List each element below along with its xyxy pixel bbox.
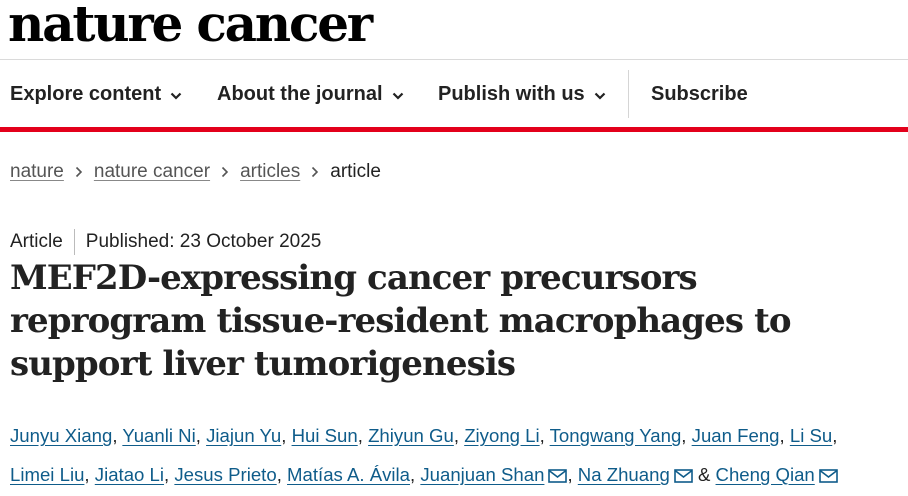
- author-link[interactable]: Li Su: [790, 425, 832, 446]
- nav-about-journal[interactable]: About the journal: [217, 70, 404, 118]
- author-conjunction: &: [697, 464, 711, 485]
- header-divider: [0, 59, 908, 60]
- article-title: MEF2D-expressing cancer precursors repro…: [10, 258, 792, 384]
- subscribe-link[interactable]: Subscribe: [651, 70, 748, 118]
- breadcrumb: nature nature cancer articles article: [10, 158, 381, 186]
- author-link[interactable]: Juanjuan Shan: [420, 464, 544, 485]
- breadcrumb-nature-cancer[interactable]: nature cancer: [94, 161, 210, 183]
- author-link[interactable]: Yuanli Ni: [122, 425, 195, 446]
- author-link[interactable]: Tongwang Yang: [550, 425, 682, 446]
- chevron-right-icon: [221, 166, 229, 178]
- mail-icon[interactable]: [548, 457, 568, 496]
- nav-explore-content-label: Explore content: [10, 82, 162, 105]
- author-link[interactable]: Na Zhuang: [578, 464, 670, 485]
- nav-divider: [628, 70, 629, 118]
- author-link[interactable]: Hui Sun: [292, 425, 358, 446]
- article-type: Article: [10, 231, 63, 252]
- author-link[interactable]: Cheng Qian: [716, 464, 815, 485]
- breadcrumb-current: article: [330, 161, 381, 182]
- author-link[interactable]: Jesus Prieto: [174, 464, 276, 485]
- chevron-down-icon: [392, 83, 404, 106]
- author-link[interactable]: Matías A. Ávila: [287, 464, 410, 485]
- chevron-down-icon: [170, 83, 182, 106]
- nav-publish-with-us[interactable]: Publish with us: [438, 70, 606, 118]
- main-nav: Explore content About the journal Publis…: [0, 70, 908, 118]
- publish-date: Published: 23 October 2025: [85, 231, 322, 252]
- breadcrumb-articles[interactable]: articles: [240, 161, 300, 183]
- nav-explore-content[interactable]: Explore content: [10, 70, 182, 118]
- author-link[interactable]: Zhiyun Gu: [368, 425, 454, 446]
- breadcrumb-nature[interactable]: nature: [10, 161, 64, 183]
- mail-icon[interactable]: [673, 457, 693, 496]
- nav-publish-with-us-label: Publish with us: [438, 82, 585, 105]
- author-link[interactable]: Jiatao Li: [95, 464, 164, 485]
- chevron-down-icon: [594, 83, 606, 106]
- chevron-right-icon: [75, 166, 83, 178]
- article-meta: Article Published: 23 October 2025: [10, 229, 322, 255]
- author-link[interactable]: Jiajun Yu: [206, 425, 281, 446]
- nav-about-journal-label: About the journal: [217, 82, 383, 105]
- author-link[interactable]: Junyu Xiang: [10, 425, 112, 446]
- mail-icon[interactable]: [818, 457, 838, 496]
- author-link[interactable]: Limei Liu: [10, 464, 84, 485]
- accent-bar: [0, 127, 908, 132]
- author-list: Junyu Xiang, Yuanli Ni, Jiajun Yu, Hui S…: [10, 416, 906, 496]
- author-link[interactable]: Juan Feng: [692, 425, 780, 446]
- chevron-right-icon: [311, 166, 319, 178]
- journal-logo[interactable]: nature cancer: [8, 0, 373, 54]
- meta-divider: [73, 229, 75, 255]
- author-link[interactable]: Ziyong Li: [464, 425, 539, 446]
